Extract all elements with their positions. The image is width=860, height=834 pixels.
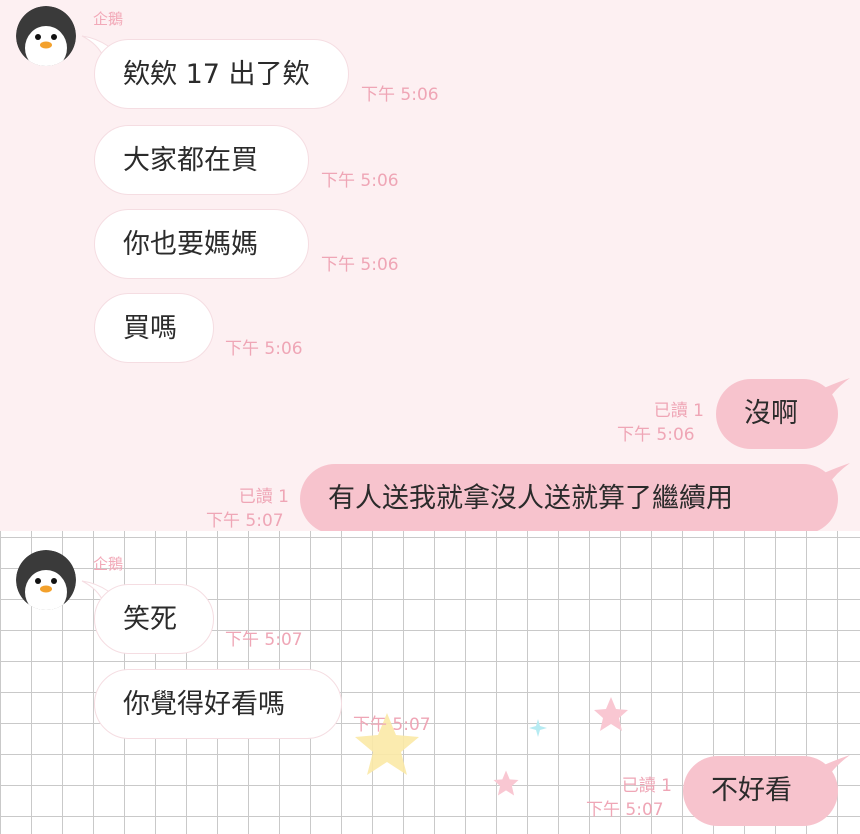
sender-name: 企鵝 [93,555,124,573]
pink-star-icon [594,697,628,731]
message-time: 下午 5:06 [321,255,399,275]
incoming-message[interactable]: 笑死 [94,584,214,654]
read-receipt: 已讀 1 [621,776,672,796]
outgoing-message[interactable]: 不好看 [683,756,838,826]
message-time: 下午 5:06 [321,171,399,191]
message-time: 下午 5:06 [617,425,695,445]
read-receipt: 已讀 1 [653,401,704,421]
penguin-avatar-icon[interactable] [16,6,76,66]
message-time: 下午 5:06 [361,85,439,105]
incoming-message[interactable]: 大家都在買 [94,125,309,195]
chat-section-bottom: 企鵝 笑死 下午 5:07 你覺得好看嗎 下午 5:07 已讀 1 下午 5:0… [0,531,860,834]
message-time: 下午 5:07 [225,630,303,650]
message-time: 下午 5:07 [353,715,431,735]
message-time: 下午 5:07 [206,511,284,531]
incoming-message[interactable]: 你覺得好看嗎 [94,669,342,739]
bubble-tail [824,463,850,485]
incoming-message[interactable]: 你也要媽媽 [94,209,309,279]
message-time: 下午 5:07 [586,800,664,820]
sender-name: 企鵝 [93,10,124,28]
bubble-tail [824,378,850,400]
cyan-sparkle-icon [529,719,547,737]
penguin-avatar-icon[interactable] [16,550,76,610]
pink-star-icon [493,770,519,796]
message-time: 下午 5:06 [225,339,303,359]
bubble-tail [824,755,850,777]
incoming-message[interactable]: 買嗎 [94,293,214,363]
chat-section-top: 企鵝 欸欸 17 出了欸 下午 5:06 大家都在買 下午 5:06 你也要媽媽… [0,0,860,534]
read-receipt: 已讀 1 [238,487,289,507]
outgoing-message[interactable]: 有人送我就拿沒人送就算了繼續用 [300,464,838,534]
incoming-message[interactable]: 欸欸 17 出了欸 [94,39,349,109]
